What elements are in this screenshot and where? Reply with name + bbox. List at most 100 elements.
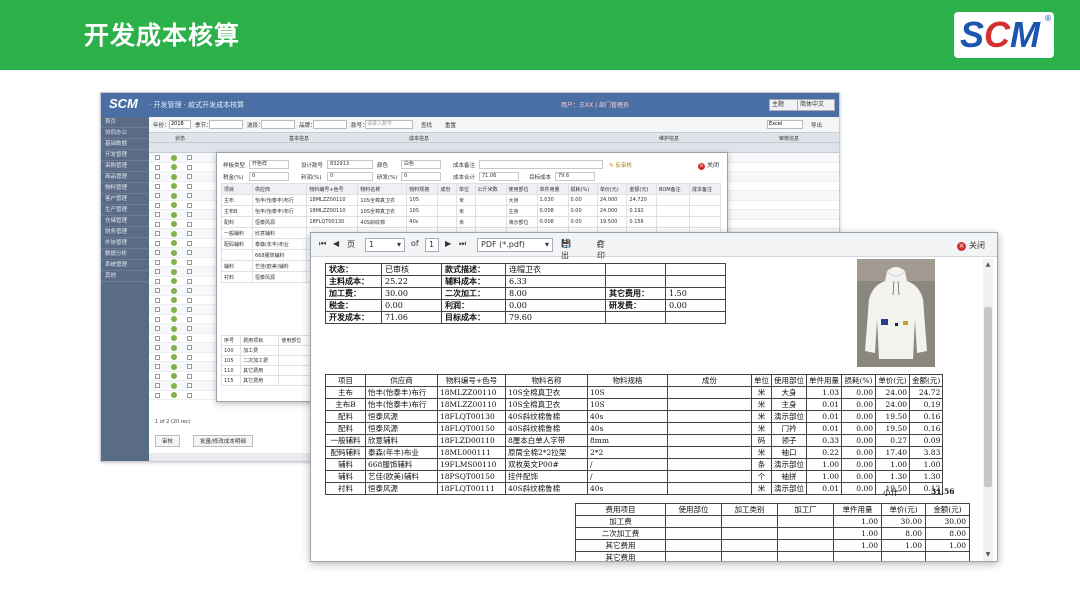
sidebar-item[interactable]: 数据分析 <box>101 249 149 260</box>
search-button[interactable]: 查找 <box>421 121 432 129</box>
row-checkbox[interactable] <box>155 345 160 350</box>
sidebar-item[interactable]: 财务管理 <box>101 227 149 238</box>
sidebar-item[interactable]: 客户管理 <box>101 194 149 205</box>
row-checkbox[interactable] <box>187 240 192 246</box>
row-checkbox[interactable] <box>155 335 160 341</box>
language-select[interactable]: 简体中文 <box>797 99 835 111</box>
row-checkbox[interactable] <box>187 335 192 341</box>
row-checkbox[interactable] <box>155 326 160 331</box>
row-checkbox[interactable] <box>187 259 192 265</box>
row-checkbox[interactable] <box>155 259 160 265</box>
row-checkbox[interactable] <box>187 345 192 350</box>
sidebar-item[interactable]: 商品管理 <box>101 172 149 183</box>
row-checkbox[interactable] <box>187 354 192 360</box>
sidebar-item[interactable]: 生产管理 <box>101 205 149 216</box>
row-checkbox[interactable] <box>187 183 192 189</box>
row-checkbox[interactable] <box>187 193 192 198</box>
row-checkbox[interactable] <box>187 326 192 331</box>
export-button[interactable]: 导出 <box>811 121 822 129</box>
next-page-icon[interactable]: ▶ <box>445 239 451 248</box>
row-checkbox[interactable] <box>155 307 160 312</box>
row-checkbox[interactable] <box>155 174 160 179</box>
row-checkbox[interactable] <box>187 202 192 208</box>
last-page-icon[interactable]: ⏭ <box>459 239 466 249</box>
row-checkbox[interactable] <box>187 288 192 293</box>
row-checkbox[interactable] <box>155 364 160 369</box>
report-close-button[interactable]: × 关闭 <box>957 240 985 251</box>
sidebar-item[interactable]: 开发管理 <box>101 150 149 161</box>
prev-page-icon[interactable]: ◀ <box>333 239 339 248</box>
row-checkbox[interactable] <box>187 269 192 274</box>
row-checkbox[interactable] <box>155 288 160 293</box>
brand-select[interactable] <box>313 120 347 129</box>
recheck-button[interactable]: ✎ 反审核 <box>609 161 632 169</box>
row-checkbox[interactable] <box>187 231 192 236</box>
row-checkbox[interactable] <box>187 278 192 284</box>
row-checkbox[interactable] <box>155 164 160 170</box>
row-checkbox[interactable] <box>187 316 192 322</box>
page-number-select[interactable]: 1 ▾ <box>365 238 405 252</box>
design-no-field[interactable]: 832913 <box>327 160 373 169</box>
style-type-field[interactable]: 开色样 <box>249 160 289 169</box>
scroll-up-icon[interactable]: ▲ <box>984 261 992 269</box>
season-select[interactable] <box>209 120 243 129</box>
sidebar-item[interactable]: 协同办公 <box>101 128 149 139</box>
row-checkbox[interactable] <box>155 231 160 236</box>
scroll-down-icon[interactable]: ▼ <box>984 551 992 559</box>
year-select[interactable]: 2018 <box>169 120 191 129</box>
row-checkbox[interactable] <box>155 221 160 227</box>
export-format-select[interactable]: Excel <box>767 120 803 129</box>
row-checkbox[interactable] <box>187 155 192 160</box>
row-checkbox[interactable] <box>187 250 192 255</box>
band-select[interactable] <box>261 120 295 129</box>
row-checkbox[interactable] <box>187 174 192 179</box>
report-scrollbar[interactable]: ▲ ▼ <box>983 259 993 561</box>
dialog-table-row[interactable]: 主布 怡丰(怡泰丰)布行 18MLZZ00110 10S全棉真卫衣 10S 米 大身 1.03… <box>221 194 722 206</box>
row-checkbox[interactable] <box>155 240 160 246</box>
row-checkbox[interactable] <box>155 278 160 284</box>
row-checkbox[interactable] <box>155 212 160 217</box>
dialog-table-row[interactable]: 主布B 怡丰(怡泰丰)布行 18MLZZ00110 10S全棉真卫衣 10S 米主身 0.0… <box>221 205 722 217</box>
row-checkbox[interactable] <box>155 202 160 208</box>
row-checkbox[interactable] <box>155 373 160 379</box>
batch-edit-button[interactable]: 批量/修改成本明细 <box>193 435 253 447</box>
cost-total-field[interactable]: 71.06 <box>479 172 519 181</box>
dialog-close-button[interactable]: × 关闭 <box>697 160 719 170</box>
profit-field[interactable]: 0 <box>327 172 373 181</box>
row-checkbox[interactable] <box>155 392 160 398</box>
first-page-icon[interactable]: ⏮ <box>319 239 326 249</box>
row-checkbox[interactable] <box>187 297 192 303</box>
dialog-fee-row[interactable]: 110 其它费用 <box>220 365 311 376</box>
row-checkbox[interactable] <box>187 221 192 227</box>
color-field[interactable]: 白色 <box>401 160 441 169</box>
dialog-fee-row[interactable]: 100 加工费 <box>220 345 311 356</box>
sidebar-item[interactable]: 采购管理 <box>101 161 149 172</box>
sidebar-item[interactable]: 首页 <box>101 117 149 128</box>
sidebar-item[interactable]: 基础数据 <box>101 139 149 150</box>
sidebar-item[interactable]: 外协管理 <box>101 238 149 249</box>
sidebar-item[interactable]: 仓储管理 <box>101 216 149 227</box>
row-checkbox[interactable] <box>187 392 192 398</box>
row-checkbox[interactable] <box>155 183 160 189</box>
audit-button[interactable]: 审核 <box>155 435 181 447</box>
export-format-dropdown[interactable]: PDF (*.pdf) ▾ <box>477 238 553 252</box>
row-checkbox[interactable] <box>155 297 160 303</box>
rd-field[interactable]: 0 <box>401 172 441 181</box>
row-checkbox[interactable] <box>155 155 160 160</box>
row-checkbox[interactable] <box>155 193 160 198</box>
row-checkbox[interactable] <box>155 250 160 255</box>
row-checkbox[interactable] <box>155 269 160 274</box>
row-checkbox[interactable] <box>155 354 160 360</box>
reset-button[interactable]: 重置 <box>445 121 456 129</box>
cost-note-field[interactable] <box>479 160 603 169</box>
row-checkbox[interactable] <box>187 383 192 388</box>
row-checkbox[interactable] <box>187 212 192 217</box>
row-checkbox[interactable] <box>187 373 192 379</box>
style-input[interactable]: 请录入款号 <box>365 120 413 129</box>
dialog-table-row[interactable]: 配料 恒泰风源 18FLQT00130 40S斜纹棉 40s 米 演示部位 0.008 0.00… <box>221 216 722 228</box>
row-checkbox[interactable] <box>187 364 192 369</box>
row-checkbox[interactable] <box>155 383 160 388</box>
row-checkbox[interactable] <box>187 164 192 170</box>
scroll-thumb[interactable] <box>984 307 992 487</box>
dialog-fee-row[interactable]: 105 二次加工费 <box>220 355 311 366</box>
